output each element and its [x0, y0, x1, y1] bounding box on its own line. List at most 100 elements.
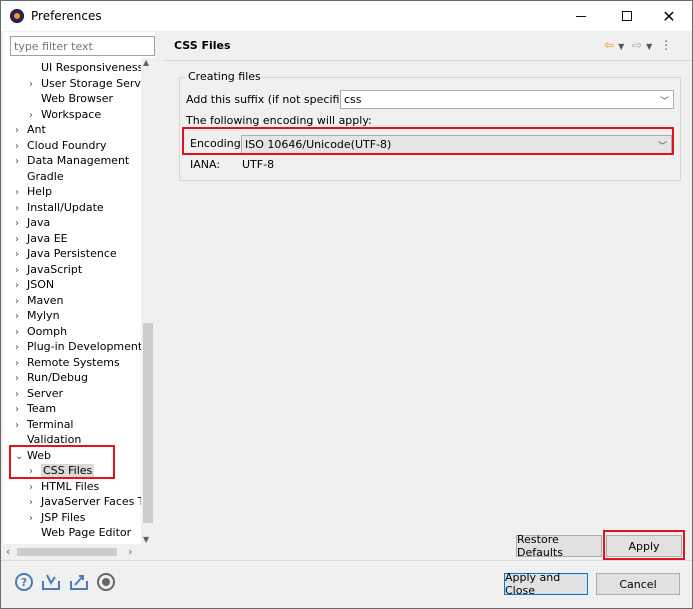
tree-item[interactable]: › Cloud Foundry — [15, 138, 107, 154]
tree-item-label: Plug-in Development — [27, 340, 141, 353]
tree-item[interactable]: › Mylyn — [15, 308, 60, 324]
chevron-right-icon[interactable]: › — [15, 216, 27, 231]
tree-item[interactable]: › Java EE — [15, 231, 68, 247]
chevron-right-icon[interactable]: › — [15, 418, 27, 433]
apply-and-close-button[interactable]: Apply and Close — [504, 571, 588, 597]
tree-item[interactable]: › Maven — [15, 293, 63, 309]
tree-item[interactable]: › Data Management — [15, 153, 129, 169]
chevron-right-icon[interactable]: › — [29, 511, 41, 526]
tree-item-label: Terminal — [27, 417, 74, 431]
tree-item[interactable]: › HTML Files — [29, 479, 99, 495]
minimize-button[interactable] — [558, 1, 604, 31]
preferences-window: Preferences ✕ UI Responsiveness M›User S… — [0, 0, 693, 609]
tree-item[interactable]: Web Page Editor — [29, 525, 131, 541]
tree-item-label: Team — [27, 402, 57, 415]
chevron-right-icon[interactable]: › — [15, 387, 27, 402]
tree-item[interactable]: › JSP Files — [29, 510, 86, 526]
tree-item[interactable]: ›JavaServer Faces Too — [29, 494, 141, 510]
chevron-right-icon[interactable]: › — [15, 371, 27, 386]
tree-item[interactable]: › Server — [15, 386, 63, 402]
tree-item[interactable]: › Install/Update — [15, 200, 104, 216]
chevron-right-icon[interactable]: › — [15, 278, 27, 293]
back-menu-icon[interactable]: ▼ — [618, 42, 624, 51]
chevron-right-icon[interactable]: › — [29, 495, 41, 510]
tree-item-label: Run/Debug — [27, 371, 88, 384]
tree-horizontal-scrollbar[interactable]: ‹ › — [3, 544, 155, 560]
chevron-right-icon[interactable]: › — [29, 480, 41, 495]
tree-item-label: Remote Systems — [27, 355, 120, 369]
chevron-right-icon[interactable]: › — [15, 294, 27, 309]
tree-item-label: User Storage Service — [41, 76, 141, 90]
title-bar: Preferences ✕ — [1, 1, 692, 31]
group-label: Creating files — [186, 70, 263, 83]
chevron-down-icon: ﹀ — [659, 97, 669, 107]
title-separator — [164, 60, 692, 61]
chevron-right-icon[interactable]: › — [15, 263, 27, 278]
tree-item[interactable]: › JavaScript — [15, 262, 82, 278]
tree-item[interactable]: Gradle — [15, 169, 64, 185]
cancel-button[interactable]: Cancel — [596, 573, 680, 595]
import-icon[interactable] — [41, 573, 61, 591]
tree-item[interactable]: UI Responsiveness M — [29, 60, 141, 76]
tree-item[interactable]: › Workspace — [29, 107, 101, 123]
tree-item-label: Ant — [27, 123, 46, 136]
chevron-right-icon[interactable]: › — [15, 123, 27, 138]
scroll-down-icon[interactable]: ▼ — [143, 535, 149, 544]
maximize-button[interactable] — [604, 1, 650, 31]
iana-value: UTF-8 — [242, 158, 275, 171]
tree-item[interactable]: › Run/Debug — [15, 370, 88, 386]
tree-vertical-scrollbar[interactable]: ▲ ▼ — [141, 58, 155, 544]
close-icon: ✕ — [662, 6, 676, 26]
tree-item[interactable]: › Java — [15, 215, 50, 231]
export-icon[interactable] — [69, 573, 89, 591]
tree-item[interactable]: ›User Storage Service — [29, 76, 141, 92]
tree-item[interactable]: › Terminal — [15, 417, 74, 433]
chevron-right-icon[interactable]: › — [15, 232, 27, 247]
tree-item[interactable]: › Team — [15, 401, 56, 417]
scroll-thumb[interactable] — [143, 323, 153, 523]
scroll-left-icon[interactable]: ‹ — [6, 545, 10, 558]
tree-item[interactable]: › Help — [15, 184, 52, 200]
tree-item-label: Maven — [27, 293, 64, 307]
back-arrow-icon[interactable]: ⇦ — [604, 38, 614, 52]
view-menu-icon[interactable]: ⋮ — [660, 38, 672, 52]
tree-item[interactable]: › Plug-in Development — [15, 339, 141, 355]
bottom-separator — [1, 560, 692, 561]
help-icon[interactable]: ? — [15, 573, 33, 591]
chevron-right-icon[interactable]: › — [15, 402, 27, 417]
chevron-right-icon[interactable]: › — [15, 154, 27, 169]
chevron-right-icon[interactable]: › — [15, 247, 27, 262]
restore-defaults-button[interactable]: Restore Defaults — [516, 533, 602, 559]
hscroll-thumb[interactable] — [17, 548, 117, 556]
chevron-right-icon[interactable]: › — [15, 139, 27, 154]
preference-page: CSS Files ⇦ ▼ ⇨ ▼ ⋮ Creating files Add thi… — [164, 32, 692, 560]
tree-item[interactable]: › Remote Systems — [15, 355, 120, 371]
record-icon[interactable] — [97, 573, 115, 591]
chevron-right-icon[interactable]: › — [15, 340, 27, 355]
apply-highlight — [603, 530, 685, 560]
tree-item-label: JSP Files — [41, 510, 86, 524]
tree-item[interactable]: › Java Persistence — [15, 246, 117, 262]
chevron-right-icon[interactable]: › — [29, 77, 41, 92]
tree-item-label: UI Responsiveness M — [41, 61, 141, 74]
tree-item[interactable]: Web Browser — [29, 91, 113, 107]
filter-input[interactable] — [10, 36, 155, 56]
scroll-right-icon[interactable]: › — [128, 545, 132, 558]
chevron-right-icon[interactable]: › — [15, 185, 27, 200]
tree-item[interactable]: › Oomph — [15, 324, 67, 340]
chevron-right-icon[interactable]: › — [15, 325, 27, 340]
chevron-right-icon[interactable]: › — [15, 309, 27, 324]
suffix-combo[interactable]: css ﹀ — [340, 90, 674, 109]
chevron-right-icon[interactable]: › — [15, 356, 27, 371]
forward-menu-icon[interactable]: ▼ — [646, 42, 652, 51]
forward-arrow-icon[interactable]: ⇨ — [632, 38, 642, 52]
tree-item-label: Cloud Foundry — [27, 138, 107, 152]
dialog-tools: ? — [15, 573, 115, 591]
panel-sash[interactable] — [156, 32, 164, 560]
chevron-right-icon[interactable]: › — [29, 108, 41, 123]
scroll-up-icon[interactable]: ▲ — [143, 58, 149, 67]
chevron-right-icon[interactable]: › — [15, 201, 27, 216]
tree-item[interactable]: › Ant — [15, 122, 46, 138]
tree-item[interactable]: › JSON — [15, 277, 54, 293]
close-button[interactable]: ✕ — [646, 1, 692, 31]
